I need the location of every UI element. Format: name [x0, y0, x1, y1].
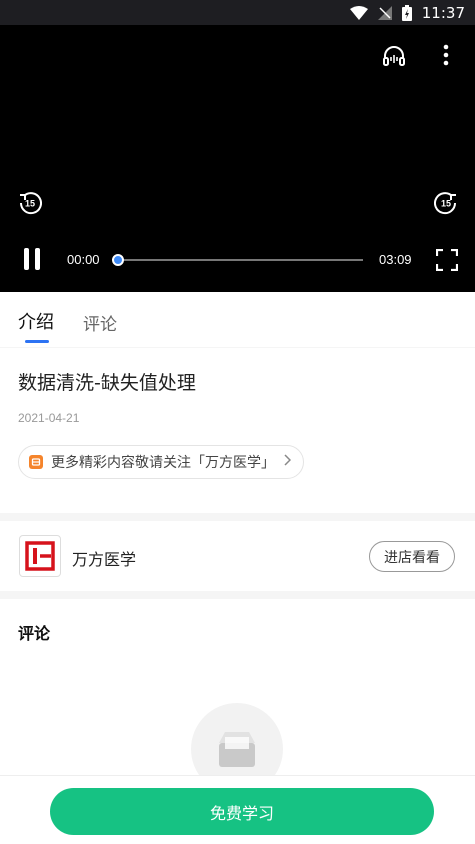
chevron-right-icon [283, 454, 292, 470]
forward-15-icon[interactable]: 15 [433, 190, 459, 216]
video-player[interactable]: 15 15 00:00 03:09 [0, 25, 475, 292]
progress-thumb[interactable] [112, 254, 124, 266]
fullscreen-icon[interactable] [435, 248, 459, 272]
shop-logo[interactable] [19, 535, 61, 577]
shop-section: 万方医学 进店看看 [0, 521, 475, 591]
store-icon [29, 455, 43, 469]
svg-text:15: 15 [441, 199, 451, 209]
bottom-bar: 免费学习 [0, 775, 475, 844]
pause-button[interactable] [20, 246, 44, 272]
duration: 03:09 [379, 252, 412, 267]
intro-section: 数据清洗-缺失值处理 2021-04-21 更多精彩内容敬请关注「万方医学」 [0, 348, 475, 513]
lesson-date: 2021-04-21 [18, 411, 80, 425]
current-time: 00:00 [67, 252, 100, 267]
tab-intro[interactable]: 介绍 [18, 308, 54, 334]
status-bar: 11:37 [0, 0, 475, 25]
rewind-15-icon[interactable]: 15 [17, 190, 43, 216]
clock: 11:37 [421, 3, 465, 22]
shop-name[interactable]: 万方医学 [72, 546, 136, 570]
follow-text: 更多精彩内容敬请关注「万方医学」 [51, 455, 275, 471]
follow-banner[interactable]: 更多精彩内容敬请关注「万方医学」 [18, 445, 304, 479]
visit-shop-button[interactable]: 进店看看 [369, 541, 455, 572]
svg-text:15: 15 [25, 199, 35, 209]
tab-indicator [25, 340, 49, 343]
signal-icon [377, 5, 392, 20]
lesson-title: 数据清洗-缺失值处理 [18, 372, 196, 394]
tab-bar: 介绍 评论 [0, 292, 475, 347]
battery-icon [401, 4, 412, 21]
comments-title: 评论 [18, 624, 51, 643]
free-study-button[interactable]: 免费学习 [50, 788, 434, 835]
audio-mode-icon[interactable] [380, 42, 408, 70]
progress-track[interactable] [118, 259, 363, 261]
more-options-icon[interactable] [436, 42, 456, 68]
tab-comments[interactable]: 评论 [83, 310, 117, 335]
wifi-icon [349, 5, 368, 20]
